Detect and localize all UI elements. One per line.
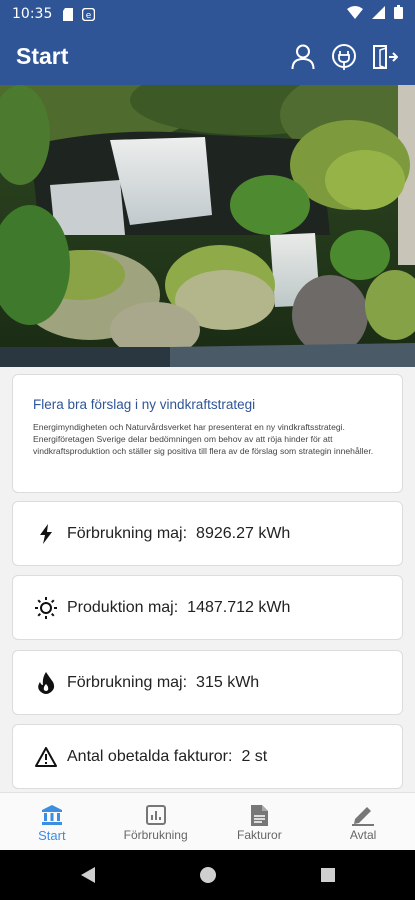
recents-icon[interactable]: [268, 868, 388, 882]
back-icon[interactable]: [28, 867, 148, 883]
nav-item-avtal[interactable]: Avtal: [311, 793, 415, 851]
bar-chart-icon: [145, 802, 166, 828]
wifi-icon: [347, 5, 363, 23]
app-bar: Start: [0, 28, 415, 85]
stat-card-heating[interactable]: Förbrukning maj: 315 kWh: [12, 650, 403, 715]
sun-icon: [35, 596, 57, 619]
stat-value: 1487.712 kWh: [187, 598, 291, 616]
stat-label: Förbrukning maj:: [67, 673, 188, 691]
warning-icon: [35, 746, 57, 768]
pen-icon: [352, 802, 375, 828]
logout-icon[interactable]: [371, 43, 399, 71]
stat-card-electricity[interactable]: Förbrukning maj: 8926.27 kWh: [12, 501, 403, 566]
battery-icon: [394, 5, 403, 23]
stat-label: Förbrukning maj:: [67, 524, 188, 542]
nav-item-start[interactable]: Start: [0, 793, 104, 851]
news-card[interactable]: Flera bra förslag i ny vindkraftstrategi…: [12, 374, 403, 493]
stat-card-unpaid-invoices[interactable]: Antal obetalda fakturor: 2 st: [12, 724, 403, 789]
svg-text:e: e: [86, 11, 92, 21]
bottom-nav: Start Förbrukning Fakturor Avtal: [0, 792, 415, 851]
lightning-icon: [35, 523, 57, 545]
nav-label: Förbrukning: [123, 828, 188, 842]
sd-card-icon: [62, 7, 74, 21]
stat-card-production[interactable]: Produktion maj: 1487.712 kWh: [12, 575, 403, 640]
stat-value: 2 st: [241, 747, 268, 765]
plug-icon[interactable]: [330, 43, 358, 71]
nav-label: Avtal: [349, 828, 377, 842]
nav-label: Start: [38, 827, 66, 843]
status-bar: 10:35 e: [0, 0, 415, 28]
hero-waterfall-image: [0, 85, 415, 367]
nav-label: Fakturor: [237, 828, 282, 842]
stat-label: Antal obetalda fakturor:: [67, 747, 233, 765]
signal-icon: [372, 5, 385, 23]
user-icon[interactable]: [289, 43, 317, 71]
status-time: 10:35: [12, 6, 53, 22]
system-nav-bar: [0, 850, 415, 900]
nav-item-forbrukning[interactable]: Förbrukning: [104, 793, 208, 851]
stat-value: 315 kWh: [196, 673, 260, 691]
stat-value: 8926.27 kWh: [196, 524, 291, 542]
home-icon[interactable]: [148, 867, 268, 883]
document-icon: [250, 802, 268, 828]
nav-item-fakturor[interactable]: Fakturor: [208, 793, 312, 851]
at-sign-icon: e: [82, 7, 96, 21]
news-title[interactable]: Flera bra förslag i ny vindkraftstrategi: [33, 397, 382, 412]
page-title: Start: [16, 43, 69, 69]
stat-label: Produktion maj:: [67, 598, 179, 616]
news-body: Energimyndigheten och Naturvårdsverket h…: [33, 422, 374, 456]
bank-icon: [41, 802, 63, 828]
flame-icon: [35, 671, 57, 694]
